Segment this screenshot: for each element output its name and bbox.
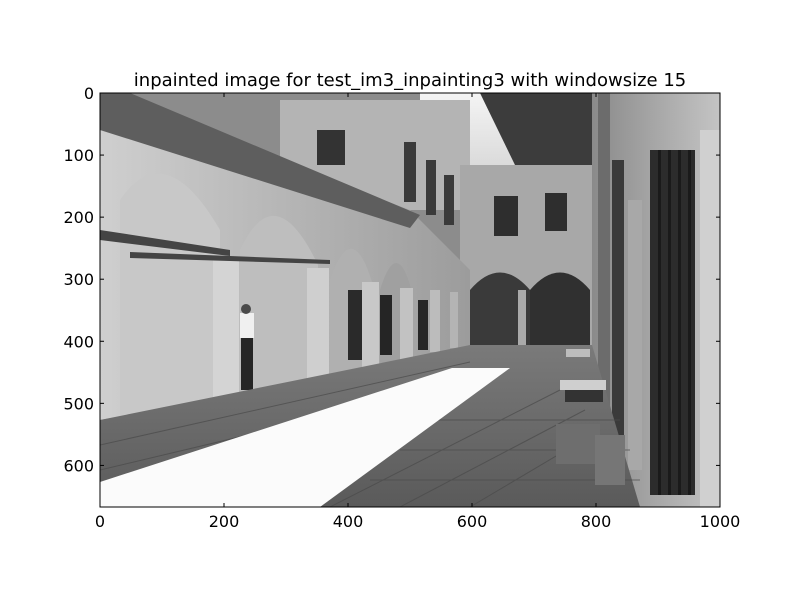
x-tick-label: 400 xyxy=(333,512,364,531)
chart-title: inpainted image for test_im3_inpainting3… xyxy=(134,70,686,91)
y-tick-label: 300 xyxy=(63,270,94,289)
y-tick-label: 600 xyxy=(63,456,94,475)
y-tick-label: 500 xyxy=(63,394,94,413)
y-tick-label: 200 xyxy=(63,208,94,227)
y-tick-label: 100 xyxy=(63,146,94,165)
image-raster xyxy=(100,93,720,507)
x-tick-label: 200 xyxy=(209,512,240,531)
y-tick-label: 400 xyxy=(63,332,94,351)
y-tick-label: 0 xyxy=(84,84,94,103)
chart-svg: 0 200 400 600 800 1000 0 100 200 300 400 500 600 in… xyxy=(63,70,741,531)
figure: 0 200 400 600 800 1000 0 100 200 300 400 500 600 in… xyxy=(0,0,800,600)
x-tick-label: 800 xyxy=(581,512,612,531)
x-tick-label: 0 xyxy=(95,512,105,531)
x-tick-label: 1000 xyxy=(700,512,741,531)
x-tick-label: 600 xyxy=(457,512,488,531)
